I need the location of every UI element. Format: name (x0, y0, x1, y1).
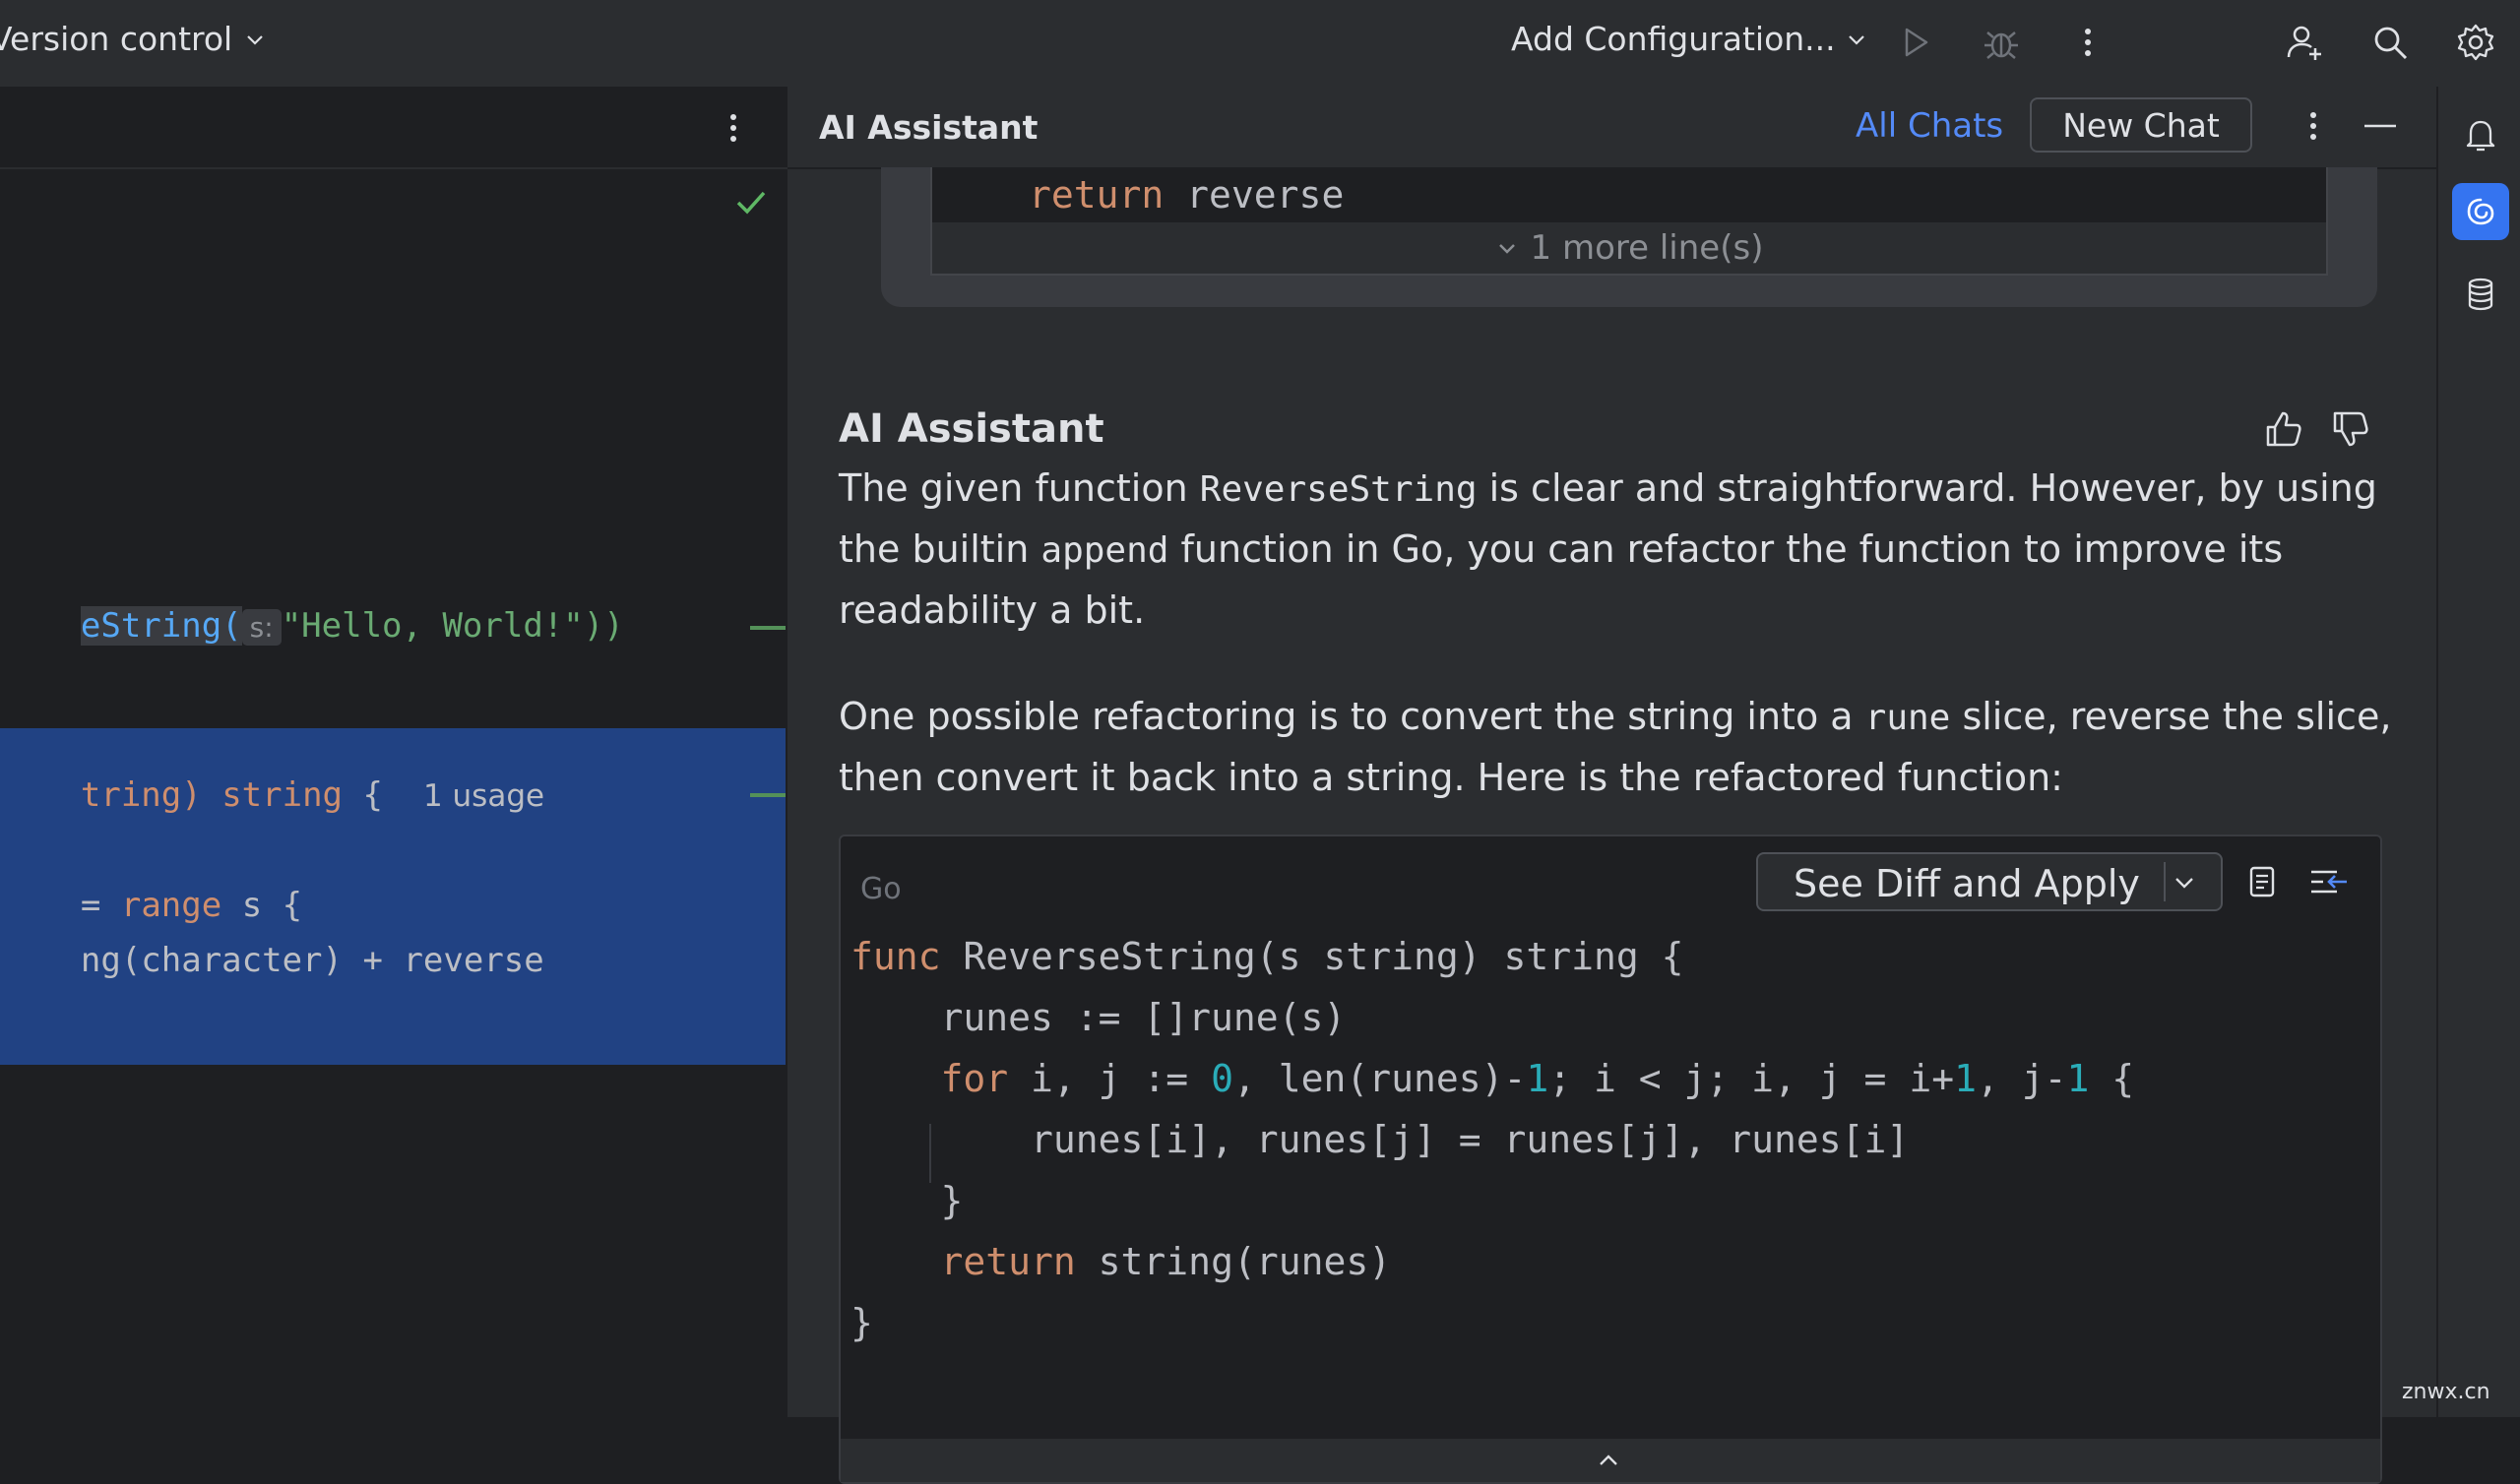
search-icon[interactable] (2369, 22, 2411, 63)
editor-options-icon[interactable] (714, 108, 753, 148)
chevron-down-icon (1848, 34, 1864, 45)
number-literal: 1 (2066, 1057, 2090, 1100)
prev-return-val: reverse (1186, 173, 1345, 216)
concat-var: reverse (403, 941, 544, 980)
code-text: string(runes) (1075, 1240, 1392, 1283)
code-text: i, j := (1008, 1057, 1212, 1100)
p2-text-a: One possible refactoring is to convert t… (839, 695, 1865, 738)
ai-assistant-panel: AI Assistant All Chats New Chat return r… (788, 87, 2436, 1484)
more-icon[interactable] (2067, 22, 2109, 63)
code-line: for i, j := 0, len(runes)-1; i < j; i, j… (850, 1057, 2135, 1100)
code-line: } (850, 1301, 873, 1344)
inspection-ok-icon[interactable] (733, 185, 769, 220)
run-config-label: Add Configuration... (1511, 20, 1836, 58)
change-marker[interactable] (750, 626, 786, 630)
change-marker[interactable] (750, 793, 786, 797)
code-line: func ReverseString(s string) string { (850, 935, 1684, 978)
collapse-code-bar[interactable] (841, 1439, 2380, 1482)
database-button[interactable] (2452, 266, 2509, 323)
code-text: ReverseString(s string) string { (940, 935, 1684, 978)
database-icon (2468, 278, 2493, 311)
thumbs-up-icon[interactable] (2262, 407, 2305, 451)
message-author: AI Assistant (839, 406, 1104, 452)
insert-at-caret-icon[interactable] (2307, 862, 2351, 901)
thumbs-down-icon[interactable] (2329, 407, 2372, 451)
p1-text-a: The given function (839, 466, 1200, 510)
kw-for: for (940, 1057, 1009, 1100)
code-snippet[interactable]: Go See Diff and Apply func ReverseString… (839, 835, 2382, 1484)
message-paragraph-2: One possible refactoring is to convert t… (839, 687, 2404, 808)
code-text: { (2089, 1057, 2135, 1100)
sig-brace: { (362, 775, 383, 815)
code-text: , j- (1976, 1057, 2067, 1100)
code-editor[interactable]: eString(s: "Hello, World!")) tring) strin… (0, 87, 789, 1417)
prev-return-kw: return (1029, 173, 1165, 216)
panel-options-icon[interactable] (2294, 106, 2333, 146)
code-language: Go (860, 872, 902, 906)
all-chats-link[interactable]: All Chats (1856, 106, 2003, 146)
more-lines-label: 1 more line(s) (1530, 228, 1764, 268)
code-line-concat: ng(character) + reverse (0, 901, 544, 1020)
code-line: runes[i], runes[j] = runes[j], runes[i] (850, 1118, 1910, 1161)
previous-message-card: return reverse 1 more line(s) (881, 167, 2377, 307)
bell-icon (2466, 120, 2495, 152)
split-divider (2164, 862, 2166, 901)
call-arg: "Hello, World!")) (281, 606, 624, 646)
editor-header (0, 87, 788, 169)
settings-icon[interactable] (2455, 22, 2496, 63)
notifications-button[interactable] (2452, 106, 2509, 163)
minimize-icon[interactable] (2361, 106, 2400, 146)
kw-func: func (850, 935, 941, 978)
number-literal: 1 (1526, 1057, 1549, 1100)
number-literal: 1 (1954, 1057, 1977, 1100)
number-literal: 0 (1211, 1057, 1233, 1100)
apply-label: See Diff and Apply (1794, 862, 2140, 905)
expand-more-lines[interactable]: 1 more line(s) (932, 222, 2326, 274)
sig-param: tring) (80, 775, 202, 815)
ai-assistant-icon (2467, 198, 2494, 225)
ai-assistant-tool-button[interactable] (2452, 183, 2509, 240)
p2-inline-code: rune (1864, 698, 1951, 738)
previous-code-block: return reverse 1 more line(s) (930, 167, 2328, 276)
run-icon[interactable] (1895, 22, 1936, 63)
see-diff-and-apply-button[interactable]: See Diff and Apply (1756, 852, 2223, 911)
sig-return: string (221, 775, 344, 815)
call-fn-name: eString( (80, 606, 242, 646)
code-line: } (850, 1179, 964, 1222)
concat-op: + (362, 941, 383, 980)
usage-hint[interactable]: 1 usage (423, 778, 544, 814)
run-config-selector[interactable]: Add Configuration... (1511, 20, 1867, 58)
watermark: znwx.cn (2402, 1380, 2490, 1404)
main-toolbar: Version control Add Configuration... (0, 0, 2520, 89)
code-line: runes := []rune(s) (850, 996, 1347, 1039)
ai-panel-title: AI Assistant (819, 108, 1039, 147)
new-chat-button[interactable]: New Chat (2030, 97, 2252, 153)
p1-inline-code: ReverseString (1199, 469, 1478, 510)
chevron-up-icon (1600, 1454, 1617, 1465)
code-line-signature: tring) string { 1 usage (0, 736, 544, 854)
debug-icon[interactable] (1981, 22, 2022, 63)
chevron-down-icon[interactable] (2170, 868, 2199, 897)
p1-inline-code: append (1040, 530, 1169, 571)
right-tool-strip (2436, 87, 2520, 1417)
ai-panel-header: AI Assistant All Chats New Chat (788, 87, 2436, 169)
code-text: , len(runes)- (1232, 1057, 1527, 1100)
vcs-label: Version control (0, 20, 233, 58)
copy-icon[interactable] (2242, 862, 2282, 901)
param-hint: s: (241, 609, 282, 646)
code-text: ; i < j; i, j = i+ (1548, 1057, 1955, 1100)
code-line: return string(runes) (850, 1240, 1392, 1283)
vcs-widget[interactable]: Version control (0, 20, 266, 58)
code-line-call: eString(s: "Hello, World!")) (0, 567, 624, 685)
kw-return: return (940, 1240, 1076, 1283)
concat-expr: ng(character) (80, 941, 343, 980)
chevron-down-icon (247, 34, 264, 45)
chevron-down-icon (1498, 244, 1515, 254)
message-paragraph-1: The given function ReverseString is clea… (839, 459, 2404, 641)
prev-code-line: return reverse (1029, 173, 1344, 216)
add-user-icon[interactable] (2284, 22, 2325, 63)
